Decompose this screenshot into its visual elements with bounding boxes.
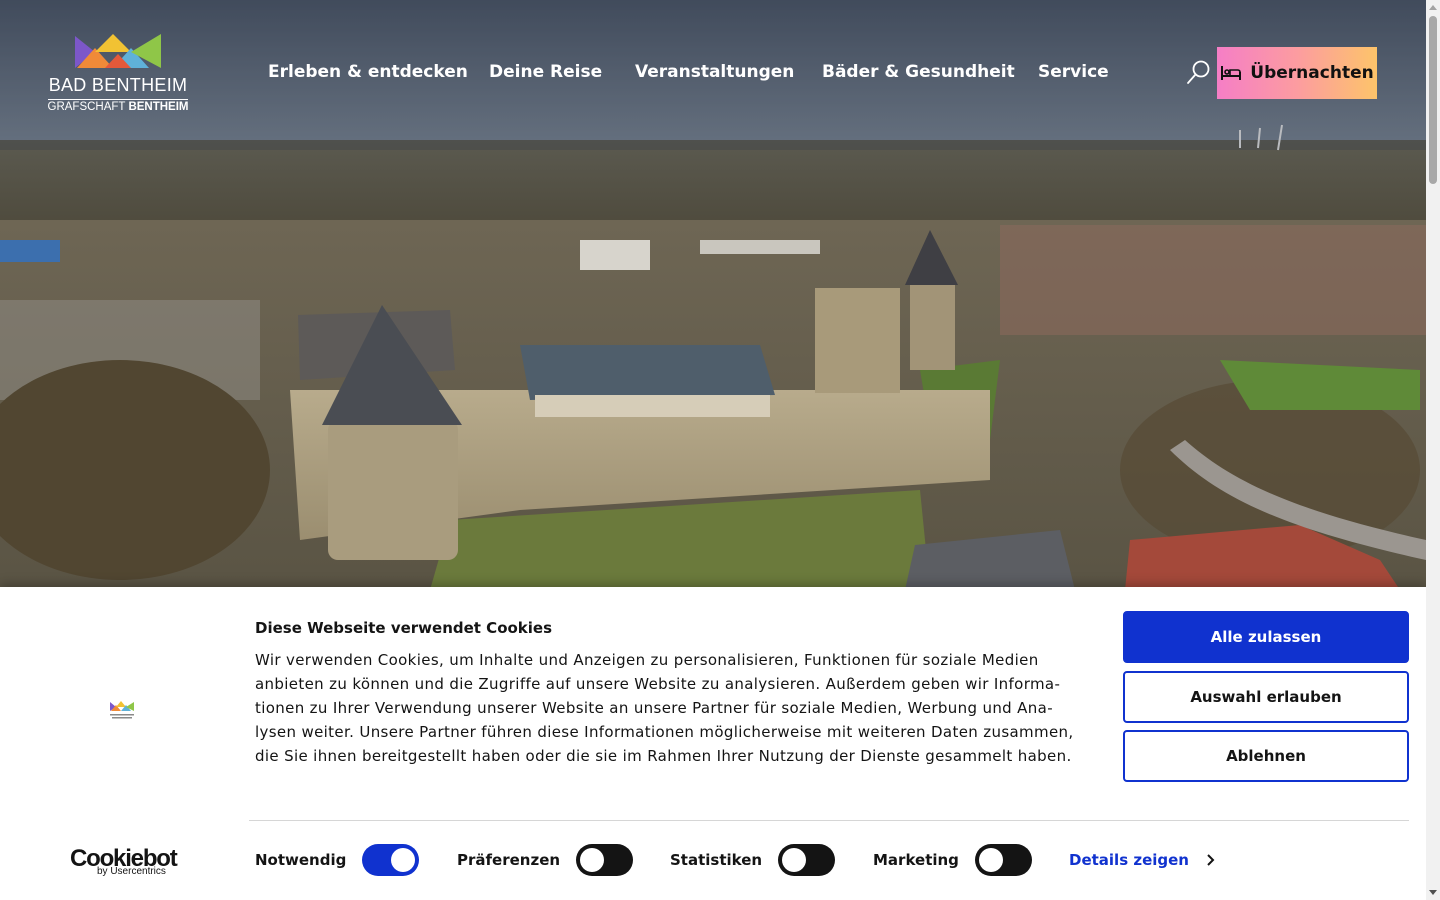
crown-logo-icon — [75, 34, 161, 68]
page-scrollbar[interactable] — [1426, 0, 1440, 900]
toggle-statistiken[interactable] — [778, 844, 835, 876]
logo-subtitle-bold: BENTHEIM — [128, 101, 189, 113]
toggle-knob — [391, 848, 415, 872]
toggle-label-statistiken: Statistiken — [670, 851, 763, 869]
logo-title: BAD BENTHEIM — [48, 75, 188, 95]
toggle-label-praeferenzen: Präferenzen — [457, 851, 561, 869]
logo-divider — [48, 99, 188, 100]
allow-selection-button[interactable]: Auswahl erlauben — [1123, 671, 1409, 723]
cookie-consent-banner: Diese Webseite verwendet Cookies Wir ver… — [0, 587, 1426, 900]
chevron-right-icon[interactable] — [1205, 852, 1217, 868]
logo-subtitle-light: GRAFSCHAFT — [47, 101, 129, 113]
hero-image: BAD BENTHEIM GRAFSCHAFT BENTHEIM Erleben… — [0, 0, 1426, 590]
scroll-up-arrow-icon[interactable] — [1429, 5, 1437, 10]
cookie-banner-title: Diese Webseite verwendet Cookies — [255, 619, 553, 637]
toggle-marketing[interactable] — [975, 844, 1032, 876]
logo-subtitle: GRAFSCHAFT BENTHEIM — [47, 101, 189, 113]
toggle-label-notwendig: Notwendig — [255, 851, 347, 869]
uebernachten-button[interactable]: Übernachten — [1217, 47, 1377, 99]
cookiebot-logo[interactable]: Cookiebot by Usercentrics — [70, 845, 180, 881]
toggle-label-marketing: Marketing — [873, 851, 959, 869]
toggle-praeferenzen[interactable] — [576, 844, 633, 876]
details-zeigen-link[interactable]: Details zeigen — [1069, 851, 1189, 869]
search-button[interactable] — [1184, 58, 1212, 88]
toggle-knob — [782, 848, 806, 872]
nav-service[interactable]: Service — [1038, 62, 1109, 82]
nav-veranstaltungen[interactable]: Veranstaltungen — [635, 62, 794, 82]
cookie-banner-divider — [249, 820, 1409, 821]
nav-erleben-entdecken[interactable]: Erleben & entdecken — [268, 62, 468, 82]
cookiebot-brand-by: by Usercentrics — [97, 866, 166, 877]
toggle-knob — [580, 848, 604, 872]
uebernachten-label: Übernachten — [1250, 63, 1374, 83]
search-icon — [1187, 60, 1210, 84]
cookie-banner-text: Wir verwenden Cookies, um Inhalte und An… — [255, 651, 1074, 765]
site-mini-logo-icon — [110, 701, 134, 719]
castle-aerial-photo — [0, 0, 1426, 590]
nav-baeder-gesundheit[interactable]: Bäder & Gesundheit — [822, 62, 1015, 82]
nav-deine-reise[interactable]: Deine Reise — [489, 62, 602, 82]
viewport: BAD BENTHEIM GRAFSCHAFT BENTHEIM Erleben… — [0, 0, 1426, 900]
bad-bentheim-logo[interactable]: BAD BENTHEIM GRAFSCHAFT BENTHEIM — [47, 32, 191, 116]
deny-button[interactable]: Ablehnen — [1123, 730, 1409, 782]
toggle-knob — [979, 848, 1003, 872]
scroll-thumb[interactable] — [1429, 16, 1437, 184]
toggle-notwendig[interactable] — [362, 844, 419, 876]
scroll-down-arrow-icon[interactable] — [1429, 890, 1437, 895]
bed-icon — [1221, 66, 1242, 80]
allow-all-button[interactable]: Alle zulassen — [1123, 611, 1409, 663]
